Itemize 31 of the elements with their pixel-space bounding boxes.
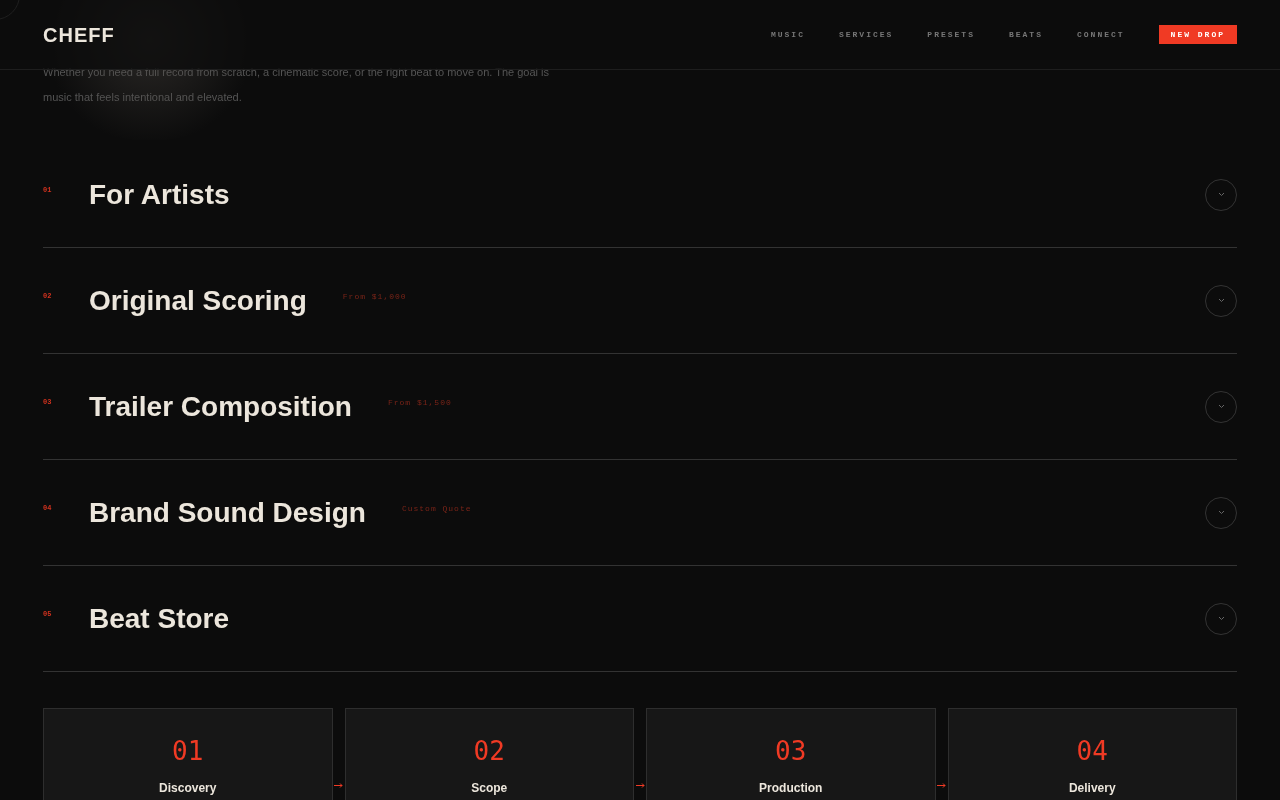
arrow-right-icon — [635, 783, 645, 788]
price-tag: From $1,500 — [387, 396, 452, 409]
nav-link[interactable]: SERVICES — [838, 28, 894, 41]
logo[interactable]: CHEFF — [43, 19, 115, 50]
step-title: Discovery — [159, 780, 217, 797]
step-title: Delivery — [1068, 780, 1116, 797]
chevron-down-icon — [1217, 298, 1225, 303]
nav-link[interactable]: CONNECT — [1077, 28, 1125, 41]
service-title[interactable]: Beat Store — [89, 597, 230, 640]
step-number: 02 — [473, 735, 505, 767]
price-tag: Custom Quote — [401, 502, 472, 515]
chevron-down-icon — [1217, 616, 1225, 621]
step-number: 03 — [775, 735, 807, 767]
service-title[interactable]: Brand Sound Design — [89, 491, 366, 534]
step-number: 01 — [172, 735, 204, 767]
step-title: Production — [759, 780, 823, 797]
nav-link[interactable]: MUSIC — [770, 28, 805, 41]
service-title[interactable]: For Artists — [89, 173, 230, 216]
chevron-down-icon — [1217, 404, 1225, 409]
service-title[interactable]: Original Scoring — [89, 279, 307, 322]
price-tag: From $1,000 — [342, 290, 407, 303]
chevron-down-icon — [1217, 510, 1225, 515]
arrow-right-icon — [334, 783, 343, 788]
nav-link[interactable]: PRESETS — [927, 28, 975, 41]
nav-link[interactable]: BEATS — [1008, 28, 1043, 41]
new-drop-button[interactable]: NEW DROP — [1158, 25, 1237, 44]
step-title: Scope — [471, 780, 508, 797]
step-number: 04 — [1076, 735, 1108, 767]
chevron-down-icon — [1217, 192, 1225, 197]
service-title[interactable]: Trailer Composition — [89, 385, 352, 428]
arrow-right-icon — [937, 783, 946, 788]
